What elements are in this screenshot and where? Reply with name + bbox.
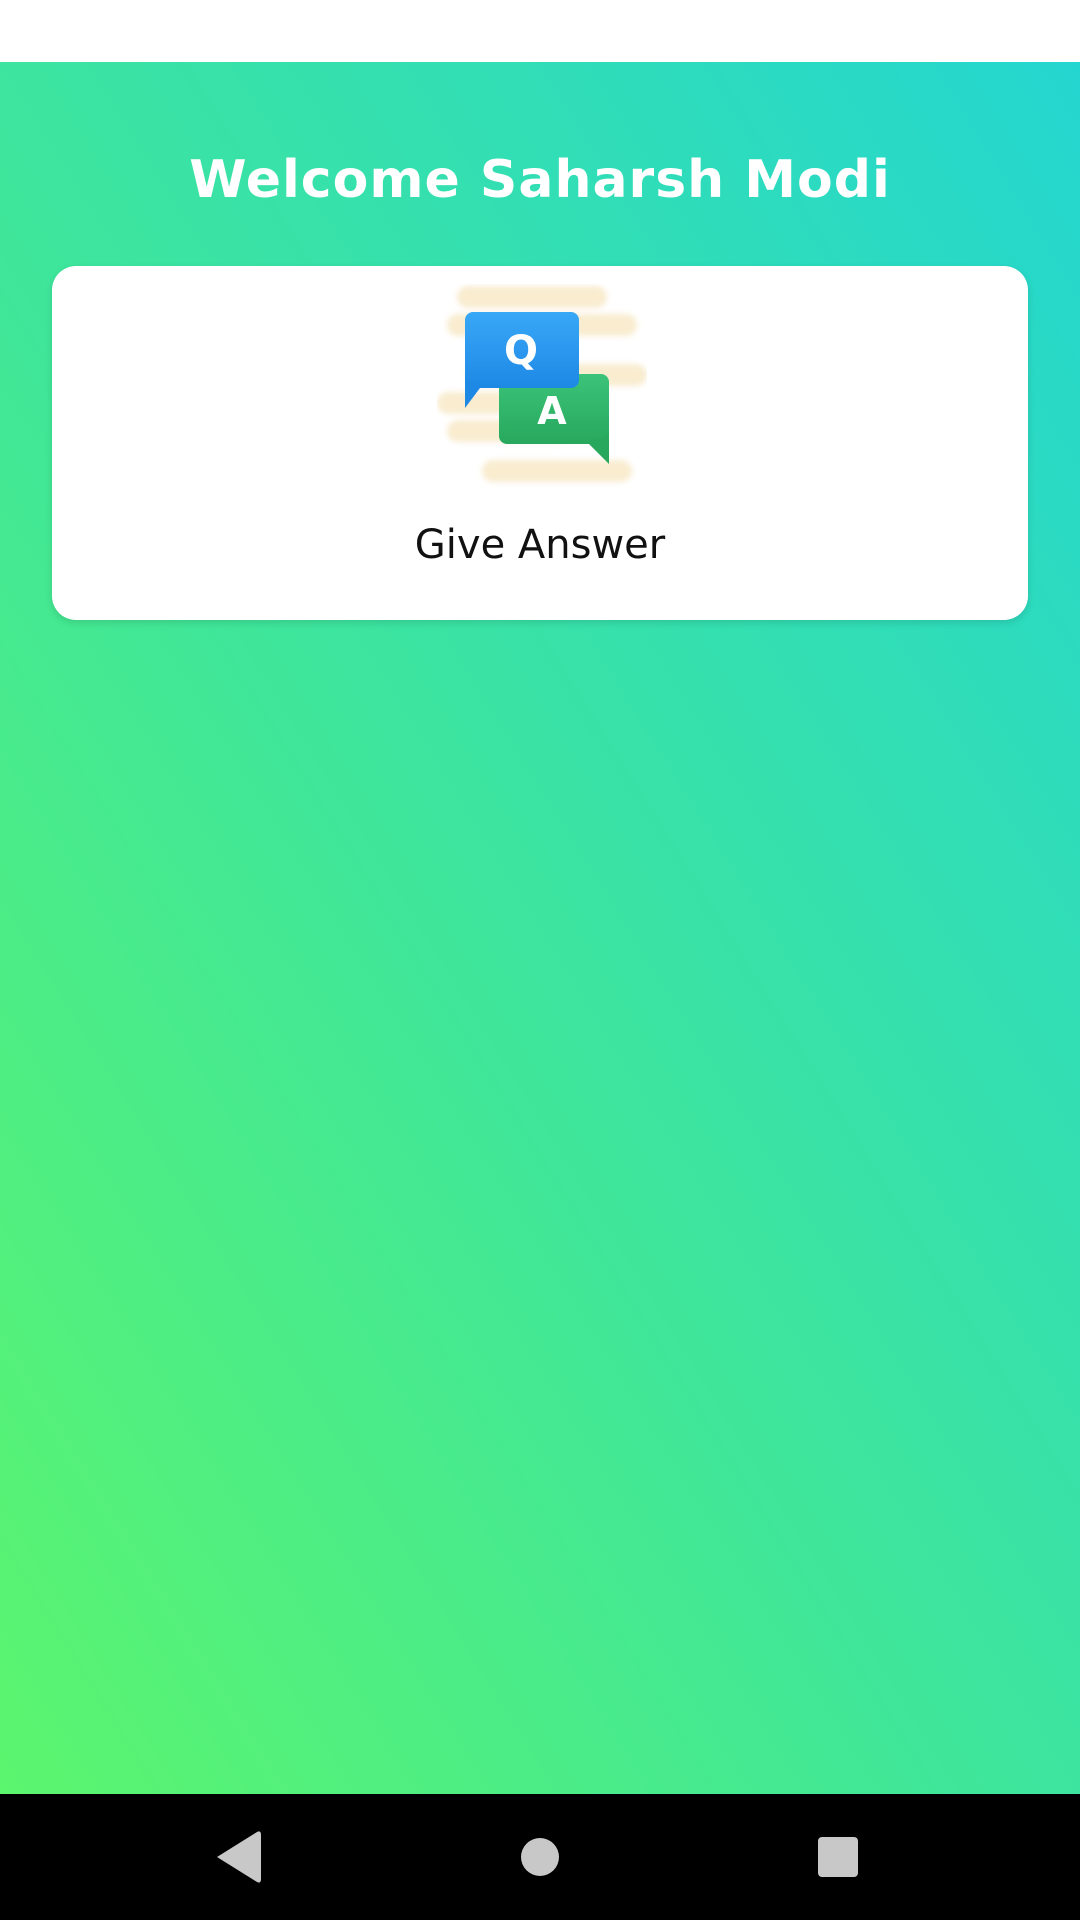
give-answer-label: Give Answer (414, 522, 666, 568)
main-content: Welcome Saharsh Modi A Q Give Answer (0, 62, 1080, 1794)
answer-letter: A (537, 389, 567, 433)
question-letter: Q (504, 328, 538, 374)
navigation-bar (0, 1794, 1080, 1920)
status-bar (0, 0, 1080, 62)
app-screen: Welcome Saharsh Modi A Q Give Answer (0, 0, 1080, 1920)
recents-square-icon[interactable] (803, 1822, 873, 1892)
welcome-title: Welcome Saharsh Modi (189, 150, 891, 210)
home-circle-icon[interactable] (505, 1822, 575, 1892)
qa-chat-icon: A Q (437, 286, 647, 482)
back-triangle-icon[interactable] (205, 1822, 275, 1892)
give-answer-card[interactable]: A Q Give Answer (52, 266, 1028, 620)
